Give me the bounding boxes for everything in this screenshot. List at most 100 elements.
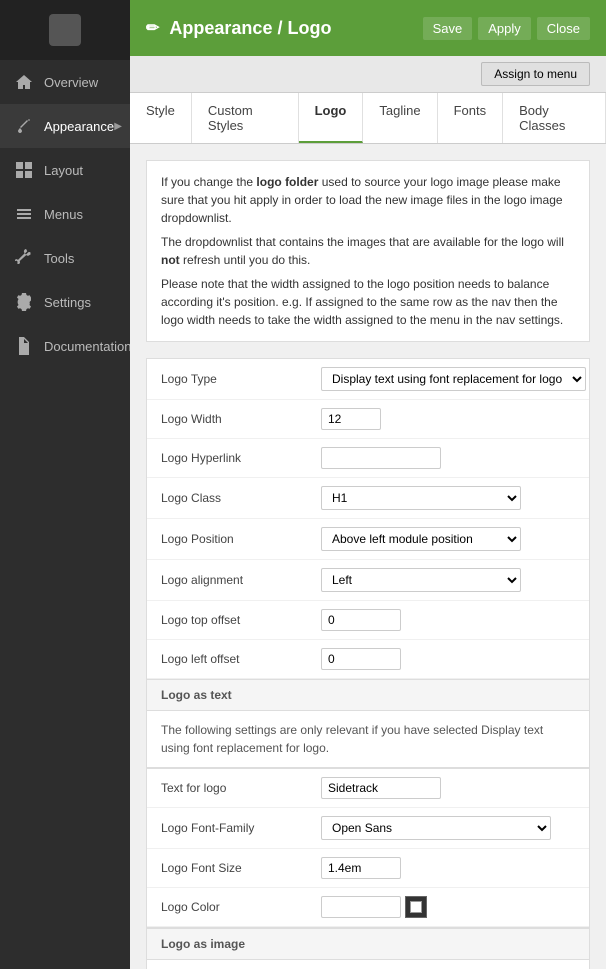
sidebar-logo [0, 0, 130, 60]
logo-as-text-header: Logo as text [146, 680, 590, 711]
logo-class-control: H1 [321, 486, 575, 510]
home-icon [14, 72, 34, 92]
logo-alignment-label: Logo alignment [161, 573, 321, 587]
header-actions: Save Apply Close [423, 17, 590, 40]
info-box: If you change the logo folder used to so… [146, 160, 590, 342]
logo-font-family-label: Logo Font-Family [161, 821, 321, 835]
logo-position-row: Logo Position Above left module position [147, 519, 589, 560]
wrench-icon [14, 248, 34, 268]
page-header: ✏ Appearance / Logo Save Apply Close [130, 0, 606, 56]
logo-hyperlink-control [321, 447, 575, 469]
logo-alignment-select[interactable]: Left [321, 568, 521, 592]
sidebar-item-label-menus: Menus [44, 207, 83, 222]
tab-fonts[interactable]: Fonts [438, 93, 504, 143]
logo-hyperlink-label: Logo Hyperlink [161, 451, 321, 465]
sidebar-item-documentation[interactable]: Documentation [0, 324, 130, 368]
sidebar: Overview Appearance ▶ Layout Menus Tools… [0, 0, 130, 969]
logo-as-image-header: Logo as image [146, 928, 590, 960]
logo-width-row: Logo Width [147, 400, 589, 439]
sidebar-item-label-overview: Overview [44, 75, 98, 90]
logo-as-image-info: The following settings are only relevant… [146, 960, 590, 969]
apply-button[interactable]: Apply [478, 17, 531, 40]
logo-left-offset-row: Logo left offset [147, 640, 589, 679]
main-content: ✏ Appearance / Logo Save Apply Close Ass… [130, 0, 606, 969]
logo-type-select[interactable]: Display text using font replacement for … [321, 367, 586, 391]
sidebar-item-label-tools: Tools [44, 251, 74, 266]
logo-as-text-form: Text for logo Logo Font-Family Open Sans… [146, 768, 590, 928]
logo-position-label: Logo Position [161, 532, 321, 546]
logo-hyperlink-row: Logo Hyperlink [147, 439, 589, 478]
logo-width-input[interactable] [321, 408, 381, 430]
info-paragraph-2: The dropdownlist that contains the image… [161, 233, 575, 269]
pencil-icon: ✏ [146, 18, 159, 38]
logo-top-offset-control [321, 609, 575, 631]
logo-left-offset-control [321, 648, 575, 670]
logo-type-row: Logo Type Display text using font replac… [147, 359, 589, 400]
tab-tagline[interactable]: Tagline [363, 93, 437, 143]
logo-hyperlink-input[interactable] [321, 447, 441, 469]
assign-bar: Assign to menu [130, 56, 606, 93]
logo-left-offset-input[interactable] [321, 648, 401, 670]
info-paragraph-1: If you change the logo folder used to so… [161, 173, 575, 227]
logo-type-label: Logo Type [161, 372, 321, 386]
logo-font-family-select[interactable]: Open Sans [321, 816, 551, 840]
logo-font-size-row: Logo Font Size [147, 849, 589, 888]
sidebar-item-label-settings: Settings [44, 295, 91, 310]
assign-to-menu-button[interactable]: Assign to menu [481, 62, 590, 86]
logo-left-offset-label: Logo left offset [161, 652, 321, 666]
logo-font-size-label: Logo Font Size [161, 861, 321, 875]
logo-position-control: Above left module position [321, 527, 575, 551]
logo-width-label: Logo Width [161, 412, 321, 426]
save-button[interactable]: Save [423, 17, 473, 40]
logo-font-family-row: Logo Font-Family Open Sans [147, 808, 589, 849]
main-form-section: Logo Type Display text using font replac… [146, 358, 590, 680]
logo-class-row: Logo Class H1 [147, 478, 589, 519]
chevron-right-icon: ▶ [114, 121, 122, 132]
tab-style[interactable]: Style [130, 93, 192, 143]
logo-alignment-row: Logo alignment Left [147, 560, 589, 601]
logo-font-size-control [321, 857, 575, 879]
color-swatch[interactable] [405, 896, 427, 918]
gear-icon [14, 292, 34, 312]
sidebar-item-tools[interactable]: Tools [0, 236, 130, 280]
text-for-logo-label: Text for logo [161, 781, 321, 795]
logo-icon [49, 14, 81, 46]
logo-color-control [321, 896, 575, 918]
logo-as-text-info: The following settings are only relevant… [146, 711, 590, 768]
text-for-logo-input[interactable] [321, 777, 441, 799]
text-for-logo-control [321, 777, 575, 799]
logo-font-size-input[interactable] [321, 857, 401, 879]
header-title-group: ✏ Appearance / Logo [146, 18, 331, 39]
logo-top-offset-row: Logo top offset [147, 601, 589, 640]
doc-icon [14, 336, 34, 356]
sidebar-item-label-layout: Layout [44, 163, 83, 178]
tab-body-classes[interactable]: Body Classes [503, 93, 606, 143]
layout-icon [14, 160, 34, 180]
list-icon [14, 204, 34, 224]
color-picker [321, 896, 575, 918]
tab-bar: Style Custom Styles Logo Tagline Fonts B… [130, 93, 606, 144]
brush-icon [14, 116, 34, 136]
logo-type-control: Display text using font replacement for … [321, 367, 586, 391]
logo-font-family-control: Open Sans [321, 816, 575, 840]
logo-position-select[interactable]: Above left module position [321, 527, 521, 551]
logo-class-select[interactable]: H1 [321, 486, 521, 510]
tab-logo[interactable]: Logo [299, 93, 364, 143]
logo-top-offset-label: Logo top offset [161, 613, 321, 627]
sidebar-item-appearance[interactable]: Appearance ▶ [0, 104, 130, 148]
close-button[interactable]: Close [537, 17, 590, 40]
tab-custom-styles[interactable]: Custom Styles [192, 93, 299, 143]
page-title: Appearance / Logo [169, 18, 331, 39]
color-swatch-inner [410, 901, 422, 913]
logo-width-control [321, 408, 575, 430]
logo-color-input[interactable] [321, 896, 401, 918]
logo-class-label: Logo Class [161, 491, 321, 505]
sidebar-item-menus[interactable]: Menus [0, 192, 130, 236]
sidebar-item-layout[interactable]: Layout [0, 148, 130, 192]
logo-top-offset-input[interactable] [321, 609, 401, 631]
sidebar-item-settings[interactable]: Settings [0, 280, 130, 324]
logo-color-label: Logo Color [161, 900, 321, 914]
info-paragraph-3: Please note that the width assigned to t… [161, 275, 575, 329]
sidebar-item-label-documentation: Documentation [44, 339, 131, 354]
sidebar-item-overview[interactable]: Overview [0, 60, 130, 104]
